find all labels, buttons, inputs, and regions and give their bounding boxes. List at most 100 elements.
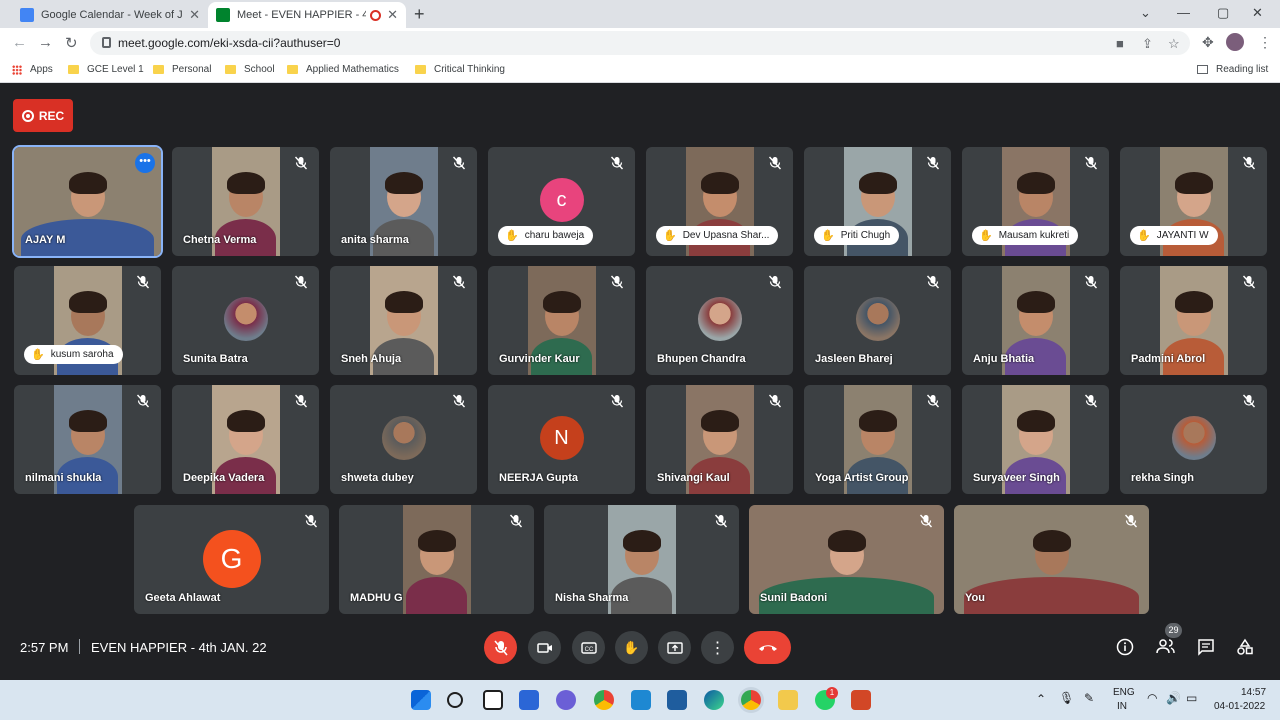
- mic-muted-icon: [294, 275, 308, 289]
- participant-tile[interactable]: ✋ kusum saroha: [14, 266, 161, 375]
- participant-count-badge: 29: [1165, 623, 1182, 638]
- participant-tile[interactable]: anita sharma: [330, 147, 477, 256]
- person-hair: [542, 291, 581, 313]
- chrome-active-icon[interactable]: [741, 690, 761, 710]
- volume-icon[interactable]: 🔊: [1166, 691, 1181, 705]
- participant-tile[interactable]: ✋ Mausam kukreti: [962, 147, 1109, 256]
- browser-menu-icon[interactable]: ⋮: [1258, 34, 1272, 51]
- back-button[interactable]: ←: [12, 34, 27, 51]
- participant-tile[interactable]: ✋ Priti Chugh: [804, 147, 951, 256]
- activities-button[interactable]: [1236, 638, 1254, 661]
- bookmark-gce-level-1[interactable]: GCE Level 1: [68, 64, 144, 75]
- teams-chat-icon[interactable]: [556, 690, 576, 710]
- participant-tile[interactable]: Deepika Vadera: [172, 385, 319, 494]
- camera-toggle-button[interactable]: [528, 631, 561, 664]
- clock-time[interactable]: 14:57: [1241, 687, 1266, 698]
- search-icon[interactable]: [447, 692, 463, 708]
- participant-tile[interactable]: Sunita Batra: [172, 266, 319, 375]
- reload-button[interactable]: ↻: [65, 34, 78, 52]
- participant-tile[interactable]: Sneh Ahuja: [330, 266, 477, 375]
- language-top[interactable]: ENG: [1113, 687, 1135, 698]
- present-screen-button[interactable]: [658, 631, 691, 664]
- person-hair: [827, 530, 866, 552]
- participant-tile[interactable]: Chetna Verma: [172, 147, 319, 256]
- participant-name: Gurvinder Kaur: [499, 353, 580, 365]
- bookmark-applied-mathematics[interactable]: Applied Mathematics: [287, 64, 399, 75]
- mic-muted-icon: [610, 275, 624, 289]
- participant-tile[interactable]: ✋ JAYANTI W: [1120, 147, 1267, 256]
- wifi-icon[interactable]: ◠: [1147, 691, 1157, 705]
- participant-tile[interactable]: Shivangi Kaul: [646, 385, 793, 494]
- language-bottom[interactable]: IN: [1117, 701, 1127, 712]
- participant-tile[interactable]: ✋ Dev Upasna Shar...: [646, 147, 793, 256]
- participant-tile[interactable]: You: [954, 505, 1149, 614]
- battery-icon[interactable]: ▭: [1186, 691, 1197, 705]
- participant-tile[interactable]: c ✋ charu baweja: [488, 147, 635, 256]
- task-view-icon[interactable]: [483, 690, 503, 710]
- participant-tile[interactable]: shweta dubey: [330, 385, 477, 494]
- chat-button[interactable]: [1197, 638, 1215, 661]
- start-windows-icon[interactable]: [411, 690, 431, 710]
- powerpoint-icon[interactable]: [851, 690, 871, 710]
- participant-tile[interactable]: G Geeta Ahlawat: [134, 505, 329, 614]
- close-tab-icon[interactable]: ✕: [387, 7, 398, 23]
- tile-options-icon[interactable]: •••: [135, 153, 155, 173]
- camera-in-use-icon[interactable]: ■: [1116, 36, 1124, 51]
- minimize-button[interactable]: —: [1177, 5, 1190, 20]
- participant-tile[interactable]: Sunil Badoni: [749, 505, 944, 614]
- participant-name: Shivangi Kaul: [657, 472, 730, 484]
- participant-tile[interactable]: Yoga Artist Group: [804, 385, 951, 494]
- bookmark-critical-thinking[interactable]: Critical Thinking: [415, 64, 505, 75]
- participant-tile[interactable]: N NEERJA Gupta: [488, 385, 635, 494]
- close-window-button[interactable]: ✕: [1252, 5, 1263, 21]
- pen-tray-icon[interactable]: ✎: [1084, 691, 1094, 705]
- bookmark-apps[interactable]: Apps: [12, 64, 53, 75]
- participant-tile[interactable]: MADHU G: [339, 505, 534, 614]
- more-options-button[interactable]: ⋮: [701, 631, 734, 664]
- participant-tile[interactable]: Nisha Sharma: [544, 505, 739, 614]
- meeting-details-button[interactable]: [1116, 638, 1134, 661]
- participant-tile[interactable]: Padmini Abrol: [1120, 266, 1267, 375]
- extensions-icon[interactable]: ✥: [1202, 34, 1214, 51]
- profile-avatar[interactable]: [1226, 33, 1244, 51]
- widgets-icon[interactable]: [519, 690, 539, 710]
- share-icon[interactable]: ⇪: [1142, 36, 1153, 52]
- new-tab-button[interactable]: +: [414, 4, 425, 25]
- participant-tile[interactable]: Suryaveer Singh: [962, 385, 1109, 494]
- participant-tile[interactable]: ••• AJAY M: [12, 145, 163, 258]
- close-tab-icon[interactable]: ✕: [189, 7, 200, 23]
- clock-date[interactable]: 04-01-2022: [1214, 701, 1265, 712]
- tab-google-calendar[interactable]: Google Calendar - Week of Janua ✕: [12, 2, 208, 28]
- maximize-button[interactable]: ▢: [1217, 5, 1229, 21]
- show-hidden-icons-chevron-icon[interactable]: ⌃: [1036, 692, 1046, 706]
- captions-button[interactable]: CC: [572, 631, 605, 664]
- person-hair: [622, 530, 661, 552]
- microphone-tray-icon[interactable]: 🎙: [1059, 691, 1074, 705]
- store-icon[interactable]: [667, 690, 687, 710]
- mic-muted-icon: [136, 394, 150, 408]
- participant-tile[interactable]: Jasleen Bharej: [804, 266, 951, 375]
- participant-tile[interactable]: rekha Singh: [1120, 385, 1267, 494]
- mic-muted-icon: [509, 514, 523, 528]
- bookmark-personal[interactable]: Personal: [153, 64, 211, 75]
- bookmark-star-icon[interactable]: ☆: [1168, 36, 1180, 52]
- file-explorer-icon[interactable]: [778, 690, 798, 710]
- mic-toggle-button[interactable]: [484, 631, 517, 664]
- leave-call-button[interactable]: [744, 631, 791, 664]
- participant-tile[interactable]: Anju Bhatia: [962, 266, 1109, 375]
- edge-icon[interactable]: [704, 690, 724, 710]
- participant-tile[interactable]: Gurvinder Kaur: [488, 266, 635, 375]
- desktop-app-icon[interactable]: [631, 690, 651, 710]
- reading-list-button[interactable]: Reading list: [1197, 64, 1268, 75]
- tab-meet[interactable]: Meet - EVEN HAPPIER - 4th ✕: [208, 2, 406, 28]
- tab-search-icon[interactable]: ⌄: [1140, 5, 1151, 21]
- people-button[interactable]: [1156, 638, 1176, 659]
- bookmark-school[interactable]: School: [225, 64, 275, 75]
- participant-name: Priti Chugh: [840, 230, 891, 241]
- chrome-icon[interactable]: [594, 690, 614, 710]
- participant-tile[interactable]: Bhupen Chandra: [646, 266, 793, 375]
- raise-hand-button[interactable]: ✋: [615, 631, 648, 664]
- participant-tile[interactable]: nilmani shukla: [14, 385, 161, 494]
- address-bar[interactable]: meet.google.com/eki-xsda-cii?authuser=0 …: [90, 31, 1190, 55]
- forward-button[interactable]: →: [38, 34, 53, 51]
